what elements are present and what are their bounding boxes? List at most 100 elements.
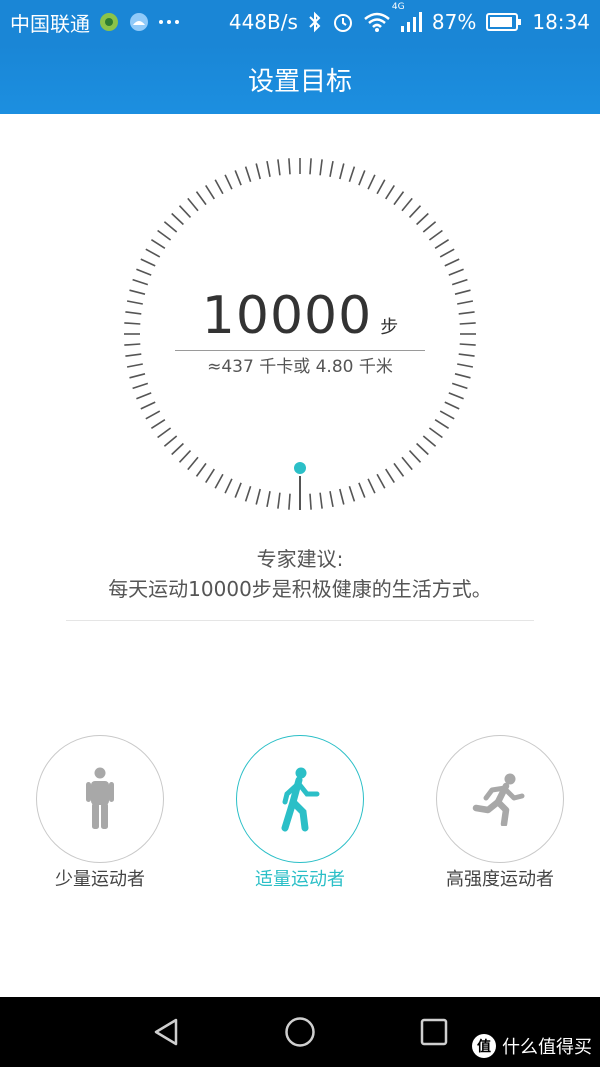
watermark-badge: 值 bbox=[472, 1034, 496, 1058]
dial-tick bbox=[358, 170, 366, 186]
alarm-icon bbox=[332, 11, 354, 33]
dial-tick bbox=[234, 482, 242, 498]
mode-moderate-circle[interactable] bbox=[236, 735, 364, 863]
mode-light-activity[interactable]: 少量运动者 bbox=[36, 735, 164, 890]
mode-label: 少量运动者 bbox=[55, 869, 145, 890]
running-person-icon bbox=[472, 773, 525, 826]
dial-tick bbox=[401, 456, 413, 471]
dial-tick bbox=[132, 278, 149, 286]
steps-display: 10000 步 bbox=[0, 286, 600, 346]
dial-tick bbox=[145, 410, 161, 420]
watermark: 值 什么值得买 bbox=[472, 1033, 592, 1059]
mode-label: 高强度运动者 bbox=[446, 869, 554, 890]
dial-tick bbox=[266, 491, 271, 508]
dial-tick bbox=[401, 197, 413, 212]
dial-tick bbox=[224, 174, 233, 190]
dial-tick bbox=[171, 442, 184, 456]
dial-tick bbox=[224, 478, 233, 494]
dial-tick bbox=[451, 278, 468, 286]
dial-tick bbox=[329, 160, 334, 177]
dial-tick bbox=[150, 239, 166, 249]
dial-tick bbox=[348, 166, 356, 183]
step-goal-dial[interactable]: 10000 步 ≈437 千卡或 4.80 千米 bbox=[0, 114, 600, 534]
mode-moderate-activity[interactable]: 适量运动者 bbox=[236, 735, 364, 890]
battery-percent: 87% bbox=[431, 10, 477, 34]
mode-high-intensity[interactable]: 高强度运动者 bbox=[436, 735, 564, 890]
dial-tick bbox=[319, 492, 323, 509]
app-notification-icon bbox=[98, 11, 120, 33]
dial-tick bbox=[145, 248, 161, 258]
dial-tick bbox=[163, 435, 178, 447]
dial-tick bbox=[393, 191, 405, 206]
dial-tick bbox=[178, 450, 192, 463]
dial-tick bbox=[376, 473, 386, 489]
dial-tick bbox=[416, 442, 429, 456]
battery-icon bbox=[486, 13, 522, 31]
page-title: 设置目标 bbox=[247, 66, 352, 97]
dial-tick bbox=[132, 382, 149, 390]
dial-tick bbox=[329, 491, 334, 508]
dial-tick bbox=[367, 174, 376, 190]
back-icon[interactable] bbox=[146, 1015, 186, 1049]
dial-tick bbox=[136, 392, 152, 400]
dial-tick bbox=[255, 163, 261, 180]
dial-tick bbox=[339, 488, 345, 505]
dial-tick bbox=[214, 179, 224, 195]
dial-tick bbox=[339, 163, 345, 180]
signal-icon: 4G bbox=[392, 2, 422, 32]
status-bar: 中国联通 448B/s 4G 87% 18:34 bbox=[0, 0, 600, 44]
dial-tick bbox=[448, 268, 464, 276]
dial-tick bbox=[376, 179, 386, 195]
dial-tick bbox=[309, 158, 312, 175]
dial-tick bbox=[434, 239, 450, 249]
dial-tick bbox=[244, 485, 252, 502]
dial-tick bbox=[309, 493, 312, 510]
mode-light-circle[interactable] bbox=[36, 735, 164, 863]
steps-value: 10000 bbox=[201, 286, 373, 346]
dial-tick bbox=[171, 212, 184, 226]
dial-tick bbox=[428, 229, 443, 241]
dial-tick bbox=[385, 468, 395, 484]
dial-tick bbox=[434, 419, 450, 429]
dial-tick bbox=[150, 419, 166, 429]
recents-icon[interactable] bbox=[414, 1015, 454, 1049]
dial-tick bbox=[277, 159, 281, 176]
dial-tick bbox=[416, 212, 429, 226]
dial-tick bbox=[288, 158, 291, 175]
dial-tick bbox=[187, 456, 199, 471]
dial-tick bbox=[439, 248, 455, 258]
dial-tick bbox=[187, 197, 199, 212]
dial-tick bbox=[163, 221, 178, 233]
advice-title: 专家建议: bbox=[256, 547, 344, 571]
dial-tick bbox=[255, 488, 261, 505]
dial-tick bbox=[178, 205, 192, 218]
dial-tick bbox=[157, 229, 172, 241]
dial-tick bbox=[385, 184, 395, 200]
dial-tick bbox=[136, 268, 152, 276]
wifi-icon bbox=[364, 12, 390, 32]
standing-person-icon bbox=[86, 767, 114, 829]
advice-divider bbox=[66, 620, 534, 621]
dial-tick bbox=[439, 410, 455, 420]
dial-tick bbox=[358, 482, 366, 498]
dial-tick bbox=[157, 427, 172, 439]
dial-tick bbox=[195, 462, 207, 477]
dial-tick bbox=[288, 493, 291, 510]
dial-tick bbox=[234, 170, 242, 186]
dial-tick bbox=[444, 258, 460, 267]
dial-tick bbox=[319, 159, 323, 176]
mode-high-circle[interactable] bbox=[436, 735, 564, 863]
dial-tick bbox=[266, 160, 271, 177]
watermark-text: 什么值得买 bbox=[502, 1037, 592, 1058]
weather-icon bbox=[128, 11, 150, 33]
dial-tick bbox=[140, 258, 156, 267]
title-bar: 设置目标 bbox=[0, 44, 600, 114]
home-icon[interactable] bbox=[280, 1015, 320, 1049]
dial-tick bbox=[408, 450, 422, 463]
dial-tick bbox=[428, 427, 443, 439]
advice-text: 每天运动10000步是积极健康的生活方式。 bbox=[108, 577, 492, 601]
dial-tick bbox=[444, 401, 460, 410]
dial-handle[interactable] bbox=[294, 462, 306, 474]
more-icon bbox=[158, 19, 180, 25]
network-type-label: 4G bbox=[391, 2, 405, 12]
